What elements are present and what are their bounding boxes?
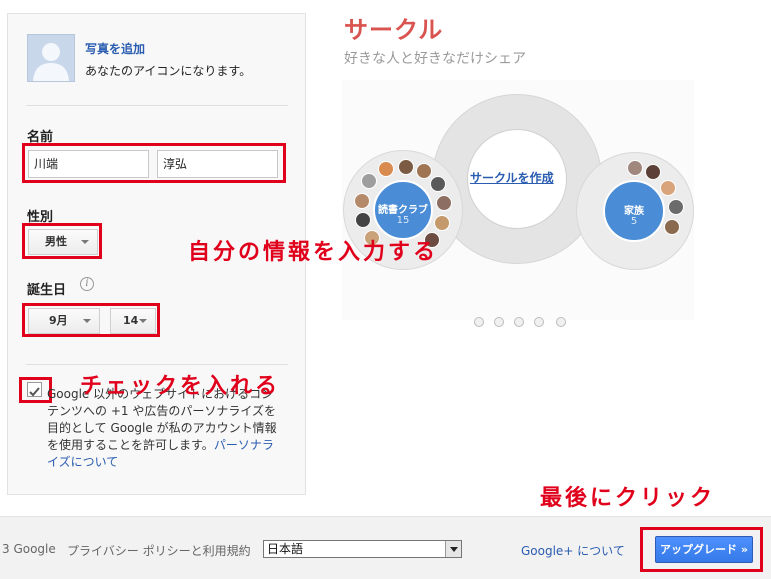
chevron-down-icon (445, 541, 461, 557)
birth-month-value: 9月 (49, 314, 68, 327)
annotation-check: チェックを入れる (80, 374, 281, 399)
carousel-dot[interactable] (474, 317, 484, 327)
check-icon (29, 387, 40, 397)
avatar (645, 164, 661, 180)
avatar (434, 215, 450, 231)
avatar (664, 219, 680, 235)
personalize-checkbox[interactable] (27, 382, 42, 397)
divider (26, 364, 288, 365)
circle-right-name: 家族 (624, 206, 644, 217)
language-select[interactable]: 日本語 (263, 540, 462, 558)
chevron-down-icon (139, 319, 147, 323)
annotation-click-last: 最後にクリック (540, 486, 716, 511)
gender-value: 男性 (45, 235, 67, 248)
divider (26, 105, 288, 106)
create-circle-link[interactable]: サークルを作成 (470, 169, 554, 186)
avatar (416, 163, 432, 179)
birthday-label: 誕生日 (27, 283, 67, 298)
carousel-dot[interactable] (494, 317, 504, 327)
privacy-terms-link[interactable]: プライバシー ポリシーと利用規約 (67, 542, 251, 559)
promo-title: サークル (344, 16, 444, 44)
birth-month-select[interactable]: 9月 (28, 308, 100, 334)
person-icon (33, 43, 69, 81)
avatar (436, 195, 452, 211)
circle-left-count: 15 (396, 215, 410, 226)
avatar (378, 161, 394, 177)
circle-left-name: 読書クラブ (378, 205, 428, 216)
add-photo-link[interactable]: 写真を追加 (85, 40, 145, 57)
language-value: 日本語 (267, 542, 304, 556)
first-name-input[interactable]: 淳弘 (157, 150, 278, 178)
avatar (354, 193, 370, 209)
annotation-enter-info: 自分の情報を入力する (188, 240, 439, 265)
birth-day-select[interactable]: 14 (110, 308, 156, 334)
info-icon[interactable]: i (80, 277, 94, 291)
avatar (660, 180, 676, 196)
avatar (361, 173, 377, 189)
carousel-dot[interactable] (514, 317, 524, 327)
upgrade-button[interactable]: アップグレード » (655, 536, 753, 563)
carousel-dot[interactable] (556, 317, 566, 327)
chevron-down-icon (81, 240, 89, 244)
birth-day-value: 14 (123, 314, 139, 327)
gender-select[interactable]: 男性 (28, 229, 98, 255)
last-name-input[interactable]: 川端 (28, 150, 149, 178)
carousel-dot[interactable] (534, 317, 544, 327)
avatar (430, 176, 446, 192)
about-googleplus-link[interactable]: Google+ について (521, 542, 625, 559)
avatar (668, 199, 684, 215)
circle-right-count: 5 (630, 216, 638, 227)
chevron-down-icon (83, 319, 91, 323)
avatar[interactable] (27, 34, 75, 82)
avatar (355, 212, 371, 228)
avatar-note: あなたのアイコンになります。 (85, 64, 252, 78)
avatar (627, 160, 643, 176)
copyright: 3 Google (2, 542, 56, 556)
avatar (398, 159, 414, 175)
promo-subtitle: 好きな人と好きなだけシェア (344, 51, 526, 67)
